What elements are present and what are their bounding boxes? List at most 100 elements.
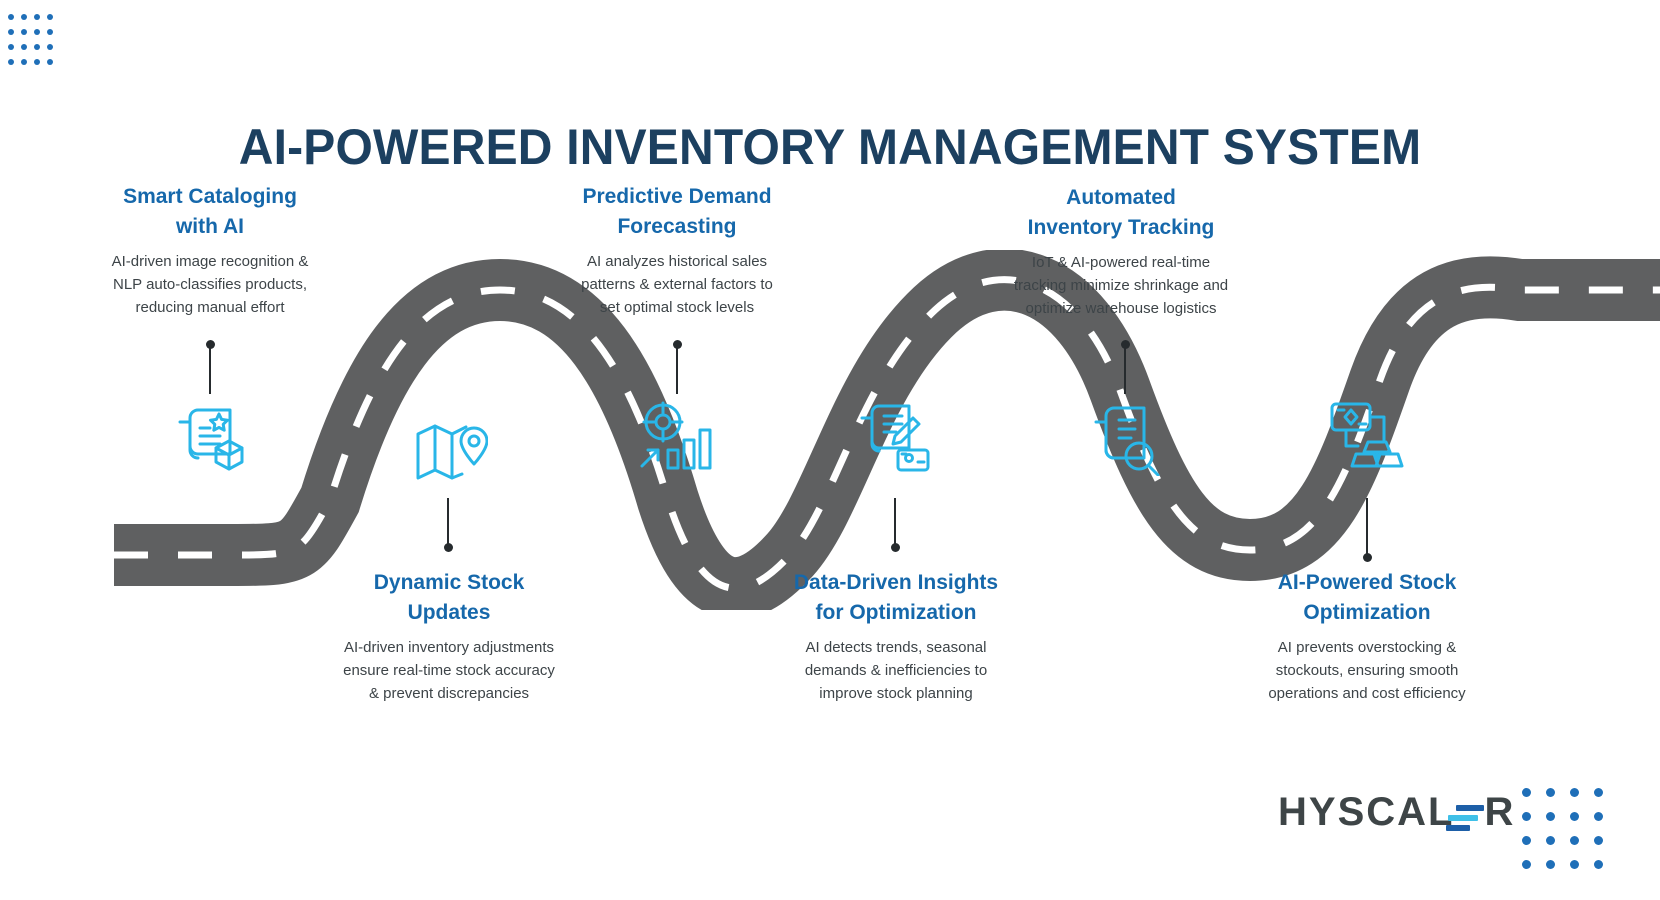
decorative-dot: [1594, 812, 1603, 821]
step-title-line: Inventory Tracking: [1027, 216, 1215, 239]
hyscaler-logo: HYSCAL R: [1278, 790, 1515, 835]
step-desc-line: tracking minimize shrinkage and: [1013, 277, 1229, 294]
step-desc-dynamic-stock-updates: AI-driven inventory adjustments ensure r…: [305, 636, 593, 705]
step-title-line: Smart Cataloging: [123, 185, 297, 208]
decorative-dot: [1546, 860, 1555, 869]
step-title-line: Optimization: [1303, 601, 1431, 624]
connector-predictive-demand-forecasting: [662, 340, 692, 394]
step-title-data-driven-insights: Data-Driven Insights for Optimization: [752, 568, 1040, 628]
step-title-automated-inventory-tracking: Automated Inventory Tracking: [985, 183, 1257, 243]
icon-document-search: [1088, 398, 1166, 477]
step-desc-line: AI prevents overstocking &: [1277, 639, 1457, 656]
decorative-dot: [1522, 836, 1531, 845]
decorative-dot: [47, 59, 53, 65]
decorative-dot: [1546, 836, 1555, 845]
step-title-line: Updates: [407, 601, 491, 624]
decorative-dot: [21, 29, 27, 35]
decorative-dot-grid-top-left: [8, 14, 60, 74]
decorative-dot: [21, 44, 27, 50]
decorative-dot: [1522, 812, 1531, 821]
icon-inventory-network: [1328, 398, 1408, 470]
step-desc-line: optimize warehouse logistics: [1025, 300, 1217, 317]
decorative-dot: [8, 59, 14, 65]
icon-document-edit-card: [856, 396, 934, 474]
decorative-dot: [1594, 860, 1603, 869]
step-desc-line: NLP auto-classifies products,: [113, 276, 307, 293]
decorative-dot: [47, 14, 53, 20]
decorative-dot: [47, 29, 53, 35]
logo-text-after: R: [1484, 790, 1516, 834]
decorative-dot: [1570, 812, 1579, 821]
step-text-smart-cataloging: Smart Cataloging with AI AI-driven image…: [75, 182, 345, 319]
decorative-dot: [1594, 836, 1603, 845]
icon-target-growth-chart: [638, 400, 714, 472]
connector-ai-powered-stock-optimization: [1352, 498, 1382, 562]
connector-data-driven-insights: [880, 498, 910, 552]
step-desc-predictive-demand-forecasting: AI analyzes historical sales patterns & …: [540, 250, 814, 319]
decorative-dot: [21, 59, 27, 65]
icon-document-star-box: [172, 398, 248, 474]
step-desc-line: AI-driven image recognition &: [111, 253, 309, 270]
step-desc-line: AI-driven inventory adjustments: [343, 639, 555, 656]
connector-dynamic-stock-updates: [433, 498, 463, 552]
decorative-dot: [34, 59, 40, 65]
step-title-line: Data-Driven Insights: [793, 571, 999, 594]
decorative-dot: [1522, 860, 1531, 869]
connector-automated-inventory-tracking: [1110, 340, 1140, 394]
decorative-dot: [34, 14, 40, 20]
page-title: AI-POWERED INVENTORY MANAGEMENT SYSTEM: [238, 118, 1422, 175]
step-text-data-driven-insights: Data-Driven Insights for Optimization AI…: [752, 568, 1040, 705]
decorative-dot: [1594, 788, 1603, 797]
step-desc-line: ensure real-time stock accuracy: [343, 662, 555, 679]
connector-stem: [1366, 498, 1368, 560]
connector-stem: [1124, 342, 1126, 394]
decorative-dot: [1522, 788, 1531, 797]
step-desc-line: AI analyzes historical sales: [586, 253, 768, 270]
connector-dot: [672, 340, 682, 349]
step-desc-line: IoT & AI-powered real-time: [1031, 254, 1211, 271]
step-desc-line: operations and cost efficiency: [1268, 685, 1466, 702]
step-title-line: Automated: [1066, 186, 1176, 209]
step-text-dynamic-stock-updates: Dynamic Stock Updates AI-driven inventor…: [305, 568, 593, 705]
decorative-dot: [34, 44, 40, 50]
decorative-dot: [1546, 812, 1555, 821]
step-desc-line: & prevent discrepancies: [368, 685, 530, 702]
logo-stylized-e-icon: [1446, 799, 1485, 835]
decorative-dot: [8, 44, 14, 50]
connector-stem: [676, 342, 678, 394]
connector-stem: [209, 342, 211, 394]
decorative-dot: [1546, 788, 1555, 797]
logo-bar-top: [1456, 805, 1485, 811]
decorative-dot: [47, 44, 53, 50]
step-text-ai-powered-stock-optimization: AI-Powered Stock Optimization AI prevent…: [1222, 568, 1512, 705]
icon-map-location-pin: [412, 418, 489, 484]
step-desc-data-driven-insights: AI detects trends, seasonal demands & in…: [752, 636, 1040, 705]
decorative-dot: [1570, 860, 1579, 869]
step-title-smart-cataloging: Smart Cataloging with AI: [75, 182, 345, 242]
infographic-canvas: AI-POWERED INVENTORY MANAGEMENT SYSTEM S…: [0, 0, 1660, 900]
step-title-line: with AI: [175, 215, 245, 238]
step-desc-automated-inventory-tracking: IoT & AI-powered real-time tracking mini…: [985, 251, 1257, 320]
decorative-dot: [8, 14, 14, 20]
step-desc-ai-powered-stock-optimization: AI prevents overstocking & stockouts, en…: [1222, 636, 1512, 705]
step-title-line: Dynamic Stock: [373, 571, 525, 594]
decorative-dot: [21, 14, 27, 20]
decorative-dot: [8, 29, 14, 35]
decorative-dot: [1570, 788, 1579, 797]
step-text-automated-inventory-tracking: Automated Inventory Tracking IoT & AI-po…: [985, 183, 1257, 320]
step-title-line: AI-Powered Stock: [1277, 571, 1457, 594]
step-title-predictive-demand-forecasting: Predictive Demand Forecasting: [540, 182, 814, 242]
step-desc-line: demands & inefficiencies to: [804, 662, 988, 679]
step-title-dynamic-stock-updates: Dynamic Stock Updates: [305, 568, 593, 628]
step-desc-line: set optimal stock levels: [599, 299, 755, 316]
decorative-dot-grid-logo: [1522, 788, 1618, 884]
step-title-line: Forecasting: [617, 215, 737, 238]
connector-dot: [1120, 340, 1130, 349]
connector-dot: [443, 543, 453, 552]
step-title-ai-powered-stock-optimization: AI-Powered Stock Optimization: [1222, 568, 1512, 628]
step-text-predictive-demand-forecasting: Predictive Demand Forecasting AI analyze…: [540, 182, 814, 319]
connector-dot: [205, 340, 215, 349]
logo-wordmark: HYSCAL R: [1278, 790, 1515, 835]
connector-smart-cataloging: [195, 340, 225, 394]
step-desc-line: patterns & external factors to: [581, 276, 773, 293]
